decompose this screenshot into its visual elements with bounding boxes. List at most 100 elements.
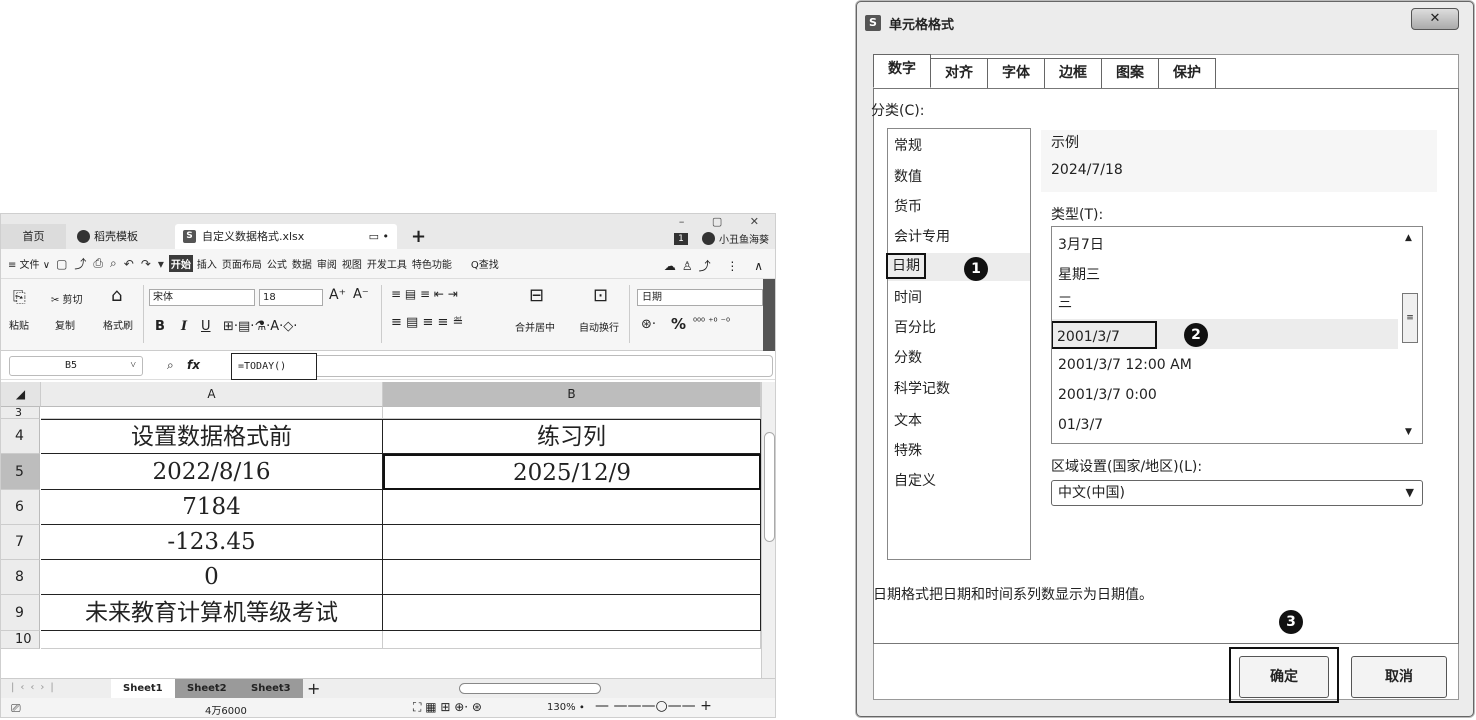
column-header-b[interactable]: B [383, 382, 761, 407]
tab-template[interactable]: 稻壳模板 [69, 224, 167, 249]
region-select[interactable]: 中文(中国) ▼ [1051, 480, 1423, 506]
currency-icon[interactable]: ⊛· [641, 317, 656, 332]
tab-font[interactable]: 字体 [987, 58, 1045, 88]
category-custom[interactable]: 自定义 [894, 468, 936, 494]
category-time[interactable]: 时间 [894, 285, 922, 311]
cell-a4[interactable]: 设置数据格式前 [41, 419, 383, 454]
tab-alignment[interactable]: 对齐 [930, 58, 988, 88]
category-fraction[interactable]: 分数 [894, 345, 922, 371]
wrap-icon[interactable]: ⊡ [593, 285, 608, 306]
category-special[interactable]: 特殊 [894, 438, 922, 464]
number-format-select[interactable]: 日期 [637, 289, 763, 306]
cell-a10[interactable] [41, 631, 383, 649]
column-header-a[interactable]: A [41, 382, 383, 407]
notification-badge[interactable]: 1 [674, 232, 688, 245]
tab-number[interactable]: 数字 [873, 54, 931, 88]
cell-b10[interactable] [383, 631, 761, 649]
ribbon-scroll[interactable] [763, 279, 775, 351]
category-text[interactable]: 文本 [894, 408, 922, 434]
view-mode-icons[interactable]: ⛶ ▦ ⊞ ⊕· ⊛ [413, 700, 482, 715]
cell-a7[interactable]: -123.45 [41, 525, 383, 560]
type-item[interactable]: 3月7日 [1058, 231, 1104, 259]
category-accounting[interactable]: 会计专用 [894, 224, 950, 250]
menu-start[interactable]: 开始 [168, 255, 193, 272]
cell-b9[interactable] [383, 595, 761, 631]
type-item[interactable]: 01/3/7 [1058, 411, 1103, 439]
cell-b5-selected[interactable]: 2025/12/9 [383, 454, 761, 490]
tab-border[interactable]: 边框 [1044, 58, 1102, 88]
user-account[interactable]: 1 小丑鱼海葵 [674, 231, 769, 246]
align-top-icons[interactable]: ≡ ▤ ≡ ⇤ ⇥ [391, 287, 458, 301]
scroll-thumb[interactable]: ≡ [1402, 293, 1418, 343]
chat-bubble-icon[interactable]: ▭ • [369, 224, 389, 249]
vertical-scrollbar[interactable] [761, 382, 775, 678]
category-date[interactable]: 日期 [886, 253, 926, 279]
fx-icon[interactable]: fx [187, 358, 200, 372]
ok-button[interactable]: 确定 [1239, 656, 1329, 698]
toolbar-right-icons[interactable]: ☁♙⤴ ⋮ ∧ [664, 257, 769, 274]
sheet-tab-1[interactable]: Sheet1 [111, 679, 175, 699]
row-header-7[interactable]: 7 [1, 525, 40, 560]
format-painter-button[interactable]: 格式刷 [103, 317, 133, 332]
zoom-slider[interactable]: — ———○—— + [595, 698, 712, 714]
merge-icon[interactable]: ⊟ [529, 285, 544, 306]
name-box[interactable]: B5 ˅ [9, 356, 143, 376]
scroll-thumb[interactable] [764, 432, 775, 542]
window-controls[interactable]: – ▢ ✕ [679, 215, 771, 228]
formula-input[interactable]: =TODAY() [231, 353, 317, 380]
format-painter-icon[interactable]: ⌂ [111, 285, 122, 306]
row-header-8[interactable]: 8 [1, 560, 40, 595]
type-item[interactable]: 2001/3/7 0:00 [1058, 381, 1157, 409]
font-family-select[interactable]: 宋体 [149, 289, 255, 306]
cancel-button[interactable]: 取消 [1351, 656, 1447, 698]
undo-icon[interactable]: ↶ [122, 257, 136, 271]
save-icon[interactable]: ▢ [54, 257, 69, 271]
add-sheet-button[interactable]: + [307, 679, 320, 698]
grow-font-button[interactable]: A⁺ [329, 287, 346, 303]
sheet-tab-2[interactable]: Sheet2 [175, 679, 239, 699]
italic-button[interactable]: I [181, 319, 187, 334]
type-item[interactable]: 2001/3/7 12:00 AM [1058, 351, 1192, 379]
menu-review[interactable]: 审阅 [316, 256, 338, 271]
tab-document[interactable]: S 自定义数据格式.xlsx ▭ • [175, 224, 397, 249]
row-header-6[interactable]: 6 [1, 490, 40, 525]
cell-b7[interactable] [383, 525, 761, 560]
cell-b6[interactable] [383, 490, 761, 525]
cell-a8[interactable]: 0 [41, 560, 383, 595]
menu-developer[interactable]: 开发工具 [366, 256, 408, 271]
formula-input-extension[interactable] [317, 355, 773, 377]
merge-center-button[interactable]: 合并居中 [515, 319, 555, 334]
redo-icon[interactable]: ↷ [139, 257, 153, 271]
category-scientific[interactable]: 科学记数 [894, 376, 950, 402]
type-item[interactable]: 三 [1058, 289, 1072, 317]
print-icon[interactable]: ⎙ [91, 256, 105, 271]
sheet-nav-icons[interactable]: |‹‹›| [11, 682, 60, 693]
shrink-font-button[interactable]: A⁻ [353, 287, 369, 302]
menu-formula[interactable]: 公式 [266, 256, 288, 271]
menu-data[interactable]: 数据 [291, 256, 313, 271]
category-currency[interactable]: 货币 [894, 194, 922, 220]
scroll-down-icon[interactable]: ▼ [1405, 427, 1412, 437]
row-header-3[interactable]: 3 [1, 407, 40, 419]
row-header-4[interactable]: 4 [1, 419, 40, 454]
tab-pattern[interactable]: 图案 [1101, 58, 1159, 88]
underline-button[interactable]: U [201, 319, 211, 334]
select-all-corner[interactable]: ◢ [1, 382, 41, 407]
menu-features[interactable]: 特色功能 [411, 256, 453, 271]
dropdown-icon[interactable]: ▾ [156, 257, 166, 271]
wrap-text-button[interactable]: 自动换行 [579, 319, 619, 334]
copy-button[interactable]: 复制 [55, 317, 75, 332]
cell-a9[interactable]: 未来教育计算机等级考试 [41, 595, 383, 631]
bold-button[interactable]: B [155, 319, 165, 334]
tab-home[interactable]: 首页 [1, 224, 66, 249]
category-number[interactable]: 数值 [894, 164, 922, 190]
category-percentage[interactable]: 百分比 [894, 315, 936, 341]
tab-protection[interactable]: 保护 [1158, 58, 1216, 88]
category-general[interactable]: 常规 [894, 133, 922, 159]
cell-a3[interactable] [41, 407, 383, 419]
row-header-10[interactable]: 10 [1, 631, 40, 649]
menu-view[interactable]: 视图 [341, 256, 363, 271]
close-button[interactable]: ✕ [1411, 8, 1459, 30]
cell-a5[interactable]: 2022/8/16 [41, 454, 383, 490]
align-horizontal-icons[interactable]: ≡ ▤ ≡ ≡ ≝ [391, 315, 463, 330]
